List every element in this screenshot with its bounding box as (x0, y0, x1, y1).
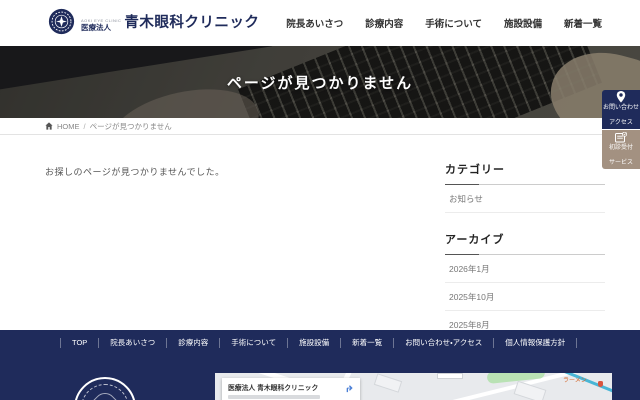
breadcrumb: HOME / ページが見つかりません (0, 118, 640, 135)
google-map-embed[interactable]: ラーメン 医療法人 青木眼科クリニック (215, 373, 612, 400)
reserve-widget-line2: サービス (609, 160, 633, 168)
archive-list: 2026年1月 2025年10月 2025年8月 (445, 255, 605, 339)
page: AOKI EYE CLINIC 医療法人 青木眼科クリニック 院長あいさつ 診療… (0, 0, 640, 400)
category-link-news[interactable]: お知らせ (445, 185, 605, 212)
contact-access-button[interactable]: お問い合わせ アクセス (602, 90, 640, 129)
archive-link-2026-01[interactable]: 2026年1月 (445, 255, 605, 282)
logo-clinic-name: 青木眼科クリニック (124, 11, 259, 32)
hero-banner: ページが見つかりません (0, 46, 640, 118)
nav-item-services[interactable]: 診療内容 (365, 16, 403, 30)
global-nav: 院長あいさつ 診療内容 手術について 施設設備 新着一覧 (286, 0, 602, 46)
category-list: お知らせ (445, 185, 605, 213)
directions-icon[interactable] (343, 383, 354, 394)
fixed-side-widgets: お問い合わせ アクセス 初診受付 サービス (602, 90, 640, 169)
map-building (374, 373, 402, 392)
home-icon (45, 122, 53, 130)
reserve-widget-line1: 初診受付 (609, 145, 633, 153)
footer-nav-services[interactable]: 診療内容 (166, 338, 219, 348)
main-content: お探しのページが見つかりませんでした。 カテゴリー お知らせ アーカイブ 202… (0, 135, 640, 330)
footer-clinic-emblem-icon (74, 377, 136, 400)
site-header: AOKI EYE CLINIC 医療法人 青木眼科クリニック 院長あいさつ 診療… (0, 0, 640, 46)
breadcrumb-separator: / (84, 122, 86, 131)
page-title: ページが見つかりません (0, 46, 640, 118)
logo-text: AOKI EYE CLINIC 医療法人 青木眼科クリニック (81, 11, 259, 32)
nav-item-surgery[interactable]: 手術について (425, 16, 482, 30)
map-card-address-placeholder (228, 395, 320, 399)
contact-widget-line2: アクセス (603, 120, 639, 128)
map-pin-icon (616, 91, 626, 103)
contact-widget-line1: お問い合わせ (603, 105, 639, 113)
nav-item-news[interactable]: 新着一覧 (564, 16, 602, 30)
first-visit-reception-button[interactable]: 初診受付 サービス (602, 130, 640, 169)
footer-nav: TOP 院長あいさつ 診療内容 手術について 施設設備 新着一覧 お問い合わせ・… (60, 335, 577, 351)
nav-item-facilities[interactable]: 施設設備 (504, 16, 542, 30)
list-item: 2025年10月 (445, 283, 605, 311)
list-item: お知らせ (445, 185, 605, 213)
footer-nav-facilities[interactable]: 施設設備 (287, 338, 340, 348)
breadcrumb-home-link[interactable]: HOME (57, 122, 80, 131)
logo-corporation: 医療法人 (81, 24, 121, 32)
map-card-title: 医療法人 青木眼科クリニック (228, 382, 355, 392)
footer-nav-news[interactable]: 新着一覧 (340, 338, 393, 348)
footer-nav-contact-access[interactable]: お問い合わせ・アクセス (393, 338, 493, 348)
sidebar: カテゴリー お知らせ アーカイブ 2026年1月 2025年10月 2025年8… (445, 161, 605, 357)
map-control[interactable] (437, 373, 463, 379)
sidebar-archive-heading: アーカイブ (445, 231, 605, 255)
footer-nav-surgery[interactable]: 手術について (219, 338, 287, 348)
sidebar-category-heading: カテゴリー (445, 161, 605, 185)
map-poi-label: ラーメン (563, 375, 587, 384)
map-info-card: 医療法人 青木眼科クリニック (222, 378, 360, 400)
footer-nav-greeting[interactable]: 院長あいさつ (98, 338, 166, 348)
site-logo[interactable]: AOKI EYE CLINIC 医療法人 青木眼科クリニック (48, 8, 259, 35)
archive-link-2025-10[interactable]: 2025年10月 (445, 283, 605, 310)
list-item: 2026年1月 (445, 255, 605, 283)
footer-nav-top[interactable]: TOP (60, 338, 98, 348)
map-poi-marker-icon (598, 381, 603, 387)
footer-nav-privacy-policy[interactable]: 個人情報保護方針 (493, 338, 577, 348)
notfound-message: お探しのページが見つかりませんでした。 (45, 165, 225, 178)
clinic-emblem-icon (48, 8, 75, 35)
breadcrumb-current: ページが見つかりません (90, 121, 172, 132)
nav-item-greeting[interactable]: 院長あいさつ (286, 16, 343, 30)
reception-check-icon (615, 132, 627, 143)
site-footer: TOP 院長あいさつ 診療内容 手術について 施設設備 新着一覧 お問い合わせ・… (0, 330, 640, 400)
